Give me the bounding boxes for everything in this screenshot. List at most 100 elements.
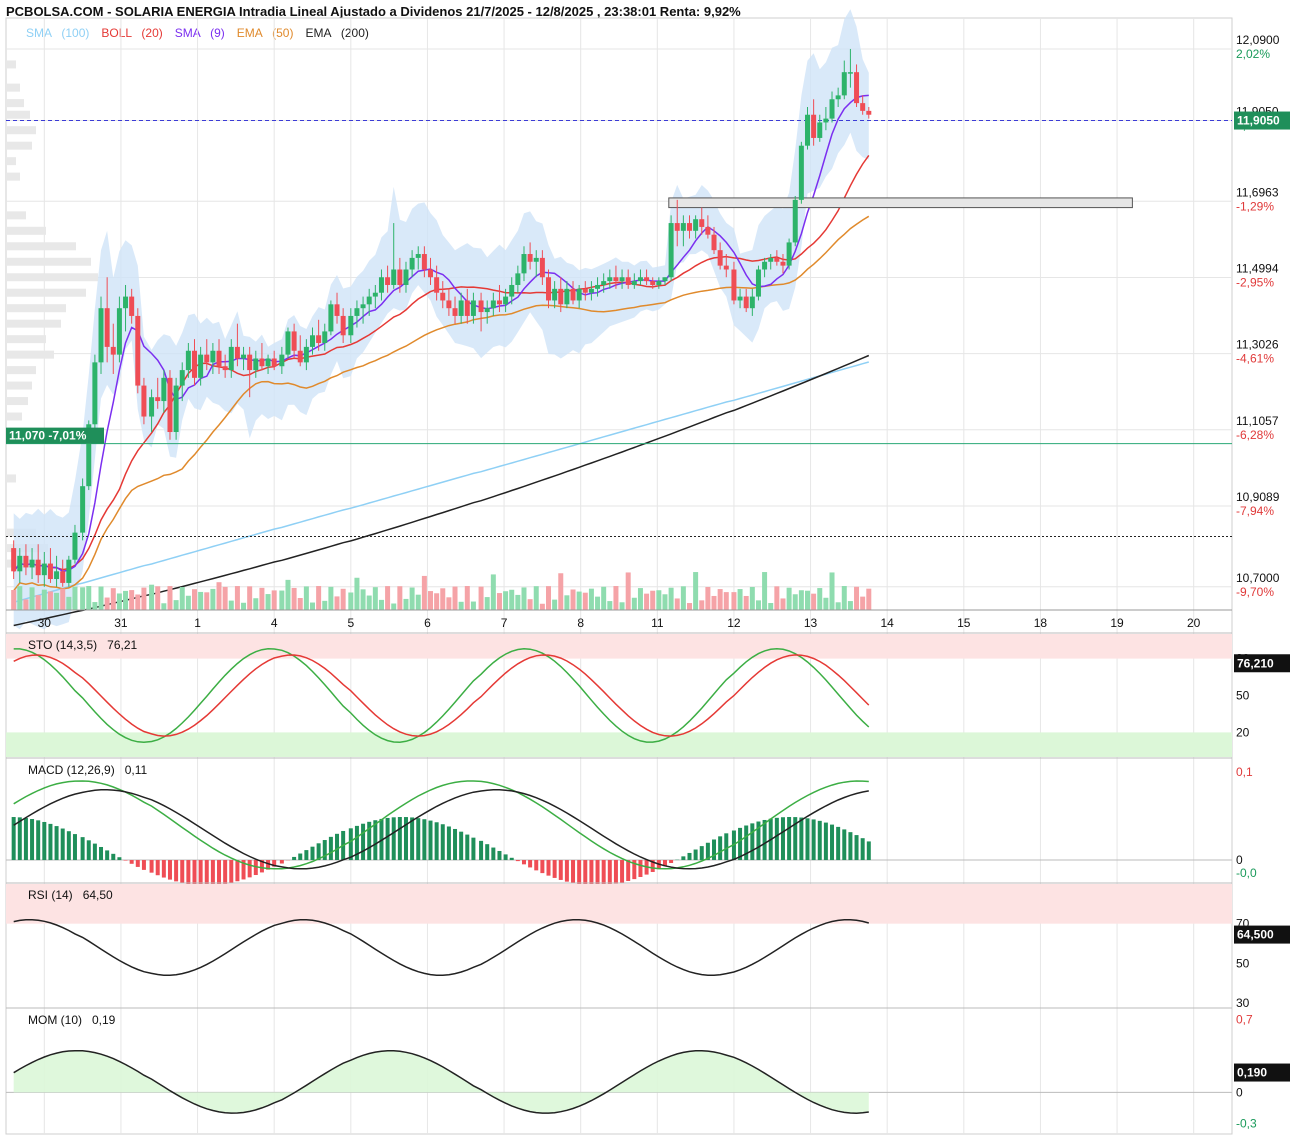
y-tick-pct-label: 2,02% <box>1236 47 1270 61</box>
candle-body <box>595 284 601 289</box>
y-tick-pct-label: -1,29% <box>1236 199 1274 213</box>
candle-body <box>693 219 699 231</box>
candle-body <box>656 281 662 285</box>
volume-bar <box>204 592 210 610</box>
volume-bar <box>509 589 515 610</box>
candle-body <box>29 559 35 568</box>
volume-bar <box>440 588 446 610</box>
volume-bar <box>173 600 179 610</box>
candle-body <box>478 300 484 313</box>
volume-bar <box>650 590 656 610</box>
volume-bar <box>613 586 619 610</box>
candle-body <box>662 277 668 282</box>
macd-histogram-bar <box>693 849 698 861</box>
volume-bar <box>228 600 234 610</box>
volume-bar <box>348 592 354 610</box>
volume-profile-bar <box>6 110 30 119</box>
volume-bar <box>279 590 285 610</box>
volume-bar <box>366 595 372 610</box>
panel-y-tick: 20 <box>1236 725 1250 739</box>
candle-body <box>385 277 391 285</box>
candle-body <box>285 331 291 355</box>
macd-histogram-bar <box>223 860 228 884</box>
macd-histogram-bar <box>123 860 128 861</box>
macd-histogram-bar <box>385 817 390 861</box>
macd-histogram-bar <box>335 833 340 861</box>
volume-bar <box>656 590 662 610</box>
macd-histogram-bar <box>204 860 209 886</box>
macd-histogram-bar <box>620 860 625 883</box>
volume-bar <box>360 589 366 610</box>
candle-body <box>458 300 464 316</box>
candle-body <box>755 269 761 297</box>
macd-histogram-bar <box>860 838 865 861</box>
volume-bar <box>866 588 872 610</box>
candle-body <box>731 269 737 301</box>
volume-profile-bar <box>6 83 20 92</box>
candle-body <box>155 397 161 402</box>
candle-body <box>564 288 570 305</box>
macd-histogram-bar <box>453 828 458 861</box>
candle-body <box>378 277 384 293</box>
candle-body <box>484 308 490 313</box>
candle-body <box>699 219 705 227</box>
candle-body <box>141 385 147 417</box>
candle-body <box>265 358 271 367</box>
candle-body <box>104 308 110 347</box>
volume-bar <box>588 588 594 610</box>
macd-histogram-bar <box>30 819 35 861</box>
volume-profile-bar <box>6 126 36 135</box>
candle-body <box>798 145 804 200</box>
indicator-line <box>13 648 870 743</box>
volume-bar <box>23 599 29 610</box>
candle-body <box>835 95 841 100</box>
macd-histogram-bar <box>552 860 557 878</box>
y-tick-pct-label: -4,61% <box>1236 352 1274 366</box>
volume-bar <box>198 591 204 610</box>
x-tick-label: 31 <box>114 616 128 630</box>
candle-body <box>23 555 29 568</box>
macd-histogram-bar <box>712 839 717 861</box>
macd-histogram-bar <box>17 817 22 861</box>
candle-body <box>743 296 749 309</box>
macd-histogram-bar <box>391 817 396 861</box>
candle-body <box>415 254 421 258</box>
macd-histogram-bar <box>155 860 160 876</box>
volume-bar <box>835 602 841 610</box>
volume-bar <box>415 594 421 610</box>
macd-histogram-bar <box>571 860 576 884</box>
volume-bar <box>409 587 415 610</box>
candle-body <box>533 257 539 262</box>
volume-bar <box>378 599 384 610</box>
panel-y-tick: -0,3 <box>1236 1117 1257 1131</box>
volume-bar <box>847 601 853 610</box>
volume-bar <box>17 586 23 610</box>
volume-bar <box>191 589 197 610</box>
volume-bar <box>149 584 155 610</box>
volume-bar <box>478 586 484 610</box>
macd-histogram-bar <box>434 822 439 861</box>
macd-histogram-bar <box>799 817 804 861</box>
volume-bar <box>210 588 216 610</box>
macd-histogram-bar <box>842 829 847 861</box>
volume-profile-bar <box>6 335 46 344</box>
macd-histogram-bar <box>373 820 378 861</box>
candle-body <box>470 300 476 316</box>
candle-body <box>515 273 521 285</box>
volume-bar <box>515 594 521 610</box>
candle-body <box>631 281 637 285</box>
candle-body <box>464 300 470 316</box>
candle-body <box>650 281 656 285</box>
candle-body <box>539 257 545 278</box>
candle-body <box>279 354 285 367</box>
candle-body <box>613 277 619 282</box>
volume-bar <box>774 586 780 610</box>
volume-bar <box>285 579 291 610</box>
macd-histogram-bar <box>718 836 723 861</box>
x-tick-label: 7 <box>501 616 508 630</box>
volume-bar <box>303 586 309 610</box>
candle-body <box>737 296 743 301</box>
candle-body <box>173 385 179 433</box>
chart-stage: PCBOLSA.COM - SOLARIA ENERGIA Intradia L… <box>0 0 1299 1138</box>
volume-bar <box>637 588 643 610</box>
